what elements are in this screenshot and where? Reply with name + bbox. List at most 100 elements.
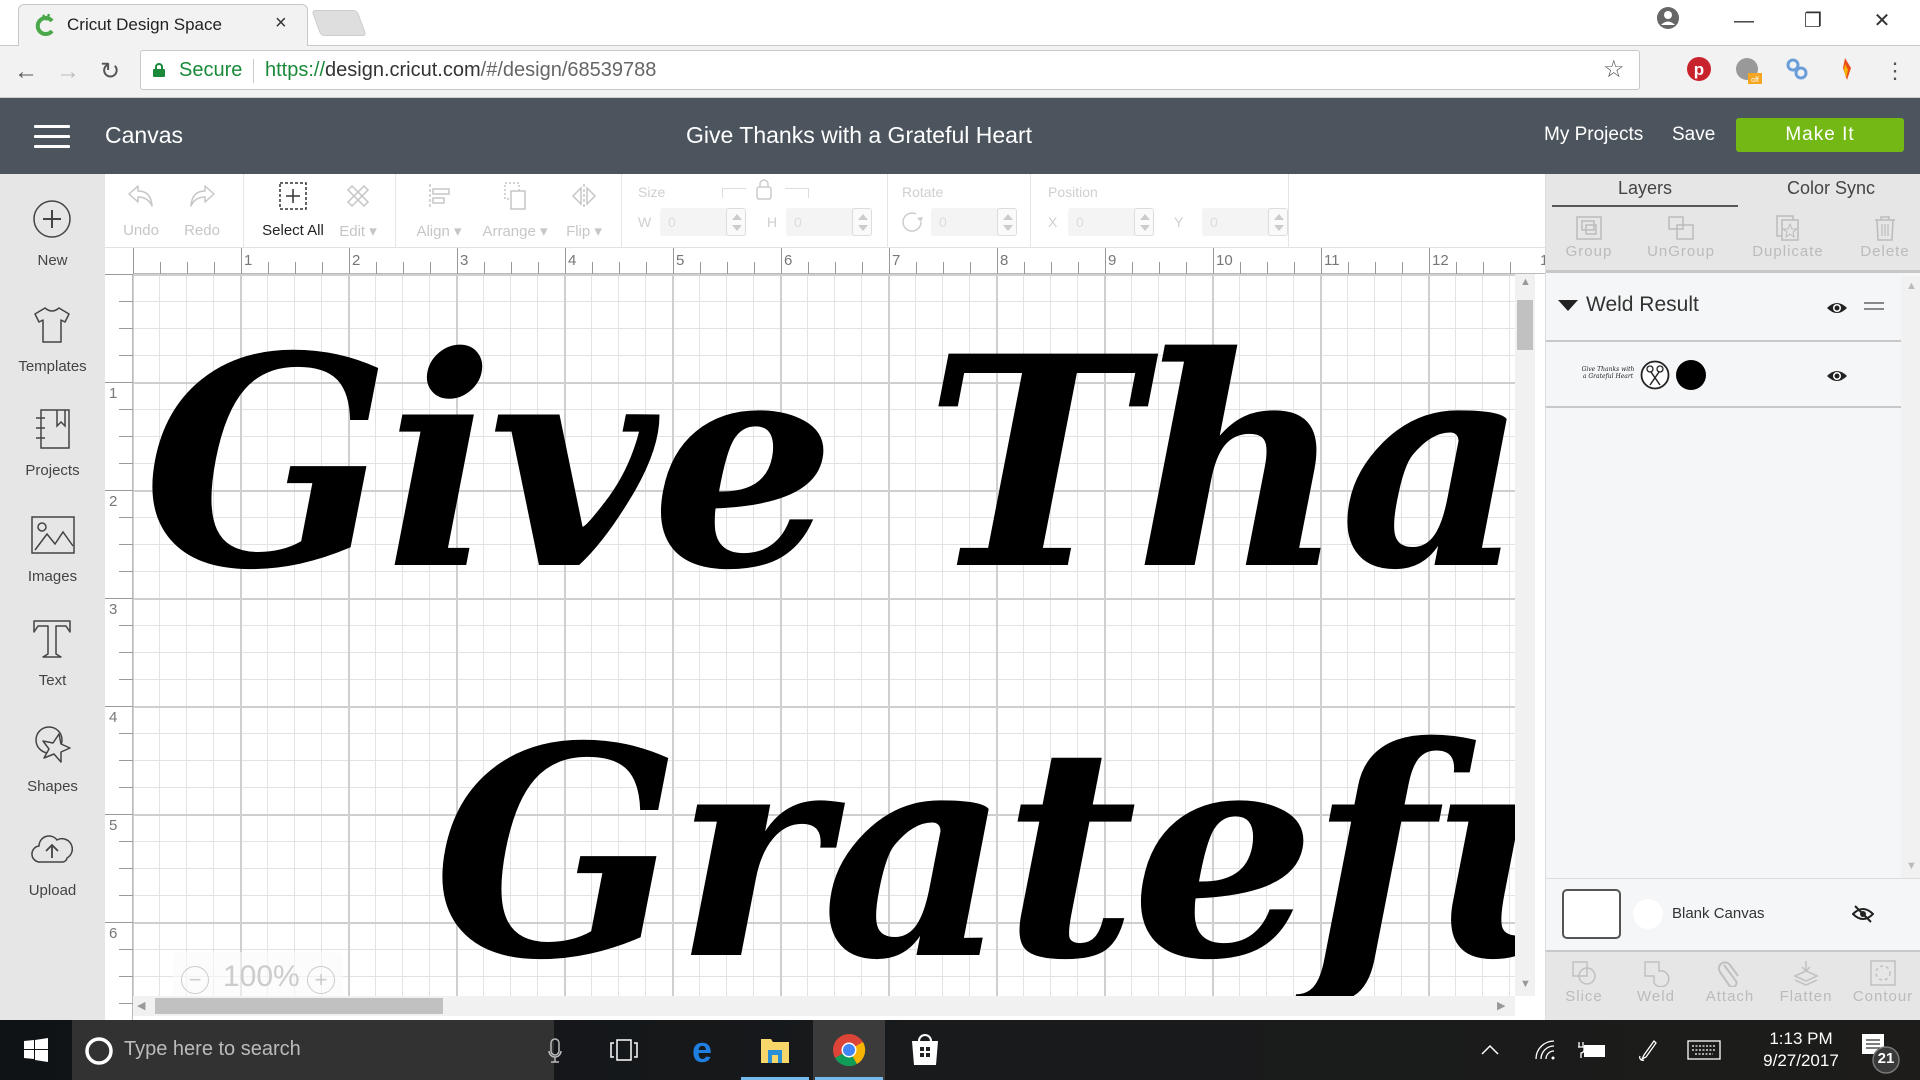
duplicate-button[interactable]: Duplicate bbox=[1740, 213, 1836, 260]
tab-layers[interactable]: Layers bbox=[1552, 178, 1738, 199]
cut-scissors-icon[interactable] bbox=[1640, 360, 1670, 395]
undo-button[interactable]: Undo bbox=[119, 180, 163, 239]
minimize-icon[interactable]: — bbox=[1724, 6, 1764, 36]
windows-start-icon[interactable] bbox=[0, 1020, 72, 1080]
attach-label: Attach bbox=[1705, 988, 1755, 1005]
new-tab-button[interactable] bbox=[311, 10, 367, 36]
x-position-input[interactable]: 0 bbox=[1068, 208, 1138, 236]
url-text[interactable]: https://design.cricut.com/#/design/68539… bbox=[265, 59, 656, 82]
show-hidden-icons-chevron[interactable] bbox=[1462, 1020, 1518, 1080]
layers-scroll-up[interactable]: ▲ bbox=[1906, 280, 1917, 292]
menu-kebab-icon[interactable]: ⋮ bbox=[1880, 56, 1910, 86]
zoom-in-button[interactable]: + bbox=[307, 966, 335, 994]
rotate-stepper[interactable] bbox=[997, 208, 1017, 236]
eye-visible-icon[interactable] bbox=[1826, 368, 1848, 389]
sidebar-item-images[interactable]: Images bbox=[0, 514, 105, 614]
sidebar-item-new[interactable]: New bbox=[0, 198, 105, 298]
redo-button[interactable]: Redo bbox=[177, 180, 227, 239]
layers-scrollbar[interactable]: ▲ ▼ bbox=[1901, 276, 1920, 878]
drag-handle-icon[interactable] bbox=[1864, 302, 1884, 310]
zoom-out-button[interactable]: − bbox=[181, 966, 209, 994]
microphone-icon[interactable] bbox=[548, 1038, 562, 1069]
scroll-up-arrow[interactable]: ▲ bbox=[1520, 276, 1531, 288]
my-projects-link[interactable]: My Projects bbox=[1544, 124, 1643, 146]
file-explorer-icon[interactable] bbox=[739, 1020, 811, 1080]
contour-button[interactable]: Contour bbox=[1846, 958, 1920, 1005]
horizontal-scroll-thumb[interactable] bbox=[155, 998, 443, 1014]
system-clock[interactable]: 1:13 PM 9/27/2017 bbox=[1746, 1028, 1856, 1072]
task-view-icon[interactable] bbox=[588, 1020, 660, 1080]
sidebar-item-upload[interactable]: Upload bbox=[0, 828, 105, 928]
flatten-button[interactable]: Flatten bbox=[1768, 958, 1844, 1005]
tab-color-sync[interactable]: Color Sync bbox=[1738, 178, 1920, 199]
chrome-taskbar-icon[interactable] bbox=[813, 1020, 885, 1080]
layer-color-swatch[interactable] bbox=[1676, 360, 1706, 390]
y-stepper[interactable] bbox=[1268, 208, 1288, 236]
layer-item[interactable]: Give Thanks with a Grateful Heart bbox=[1546, 342, 1901, 408]
flip-dropdown[interactable]: Flip ▾ bbox=[559, 180, 609, 240]
bookmark-star-icon[interactable]: ☆ bbox=[1603, 55, 1625, 84]
x-stepper[interactable] bbox=[1134, 208, 1154, 236]
restore-icon[interactable]: ❐ bbox=[1793, 6, 1833, 36]
eye-visible-icon[interactable] bbox=[1826, 300, 1848, 321]
width-stepper[interactable] bbox=[726, 208, 746, 236]
pen-ink-icon[interactable] bbox=[1620, 1020, 1676, 1080]
lock-ratio-icon[interactable] bbox=[755, 178, 773, 205]
link-icon[interactable] bbox=[1782, 56, 1812, 86]
canvas-color-swatch[interactable] bbox=[1633, 899, 1663, 929]
height-stepper[interactable] bbox=[852, 208, 872, 236]
sidebar-item-shapes[interactable]: Shapes bbox=[0, 724, 105, 824]
width-input[interactable]: 0 bbox=[660, 208, 730, 236]
forward-icon[interactable]: → bbox=[52, 56, 84, 88]
browser-tab[interactable]: Cricut Design Space × bbox=[18, 4, 308, 47]
layer-group-weld-result[interactable]: Weld Result bbox=[1546, 276, 1901, 342]
reload-icon[interactable]: ↻ bbox=[94, 56, 126, 88]
horizontal-scrollbar[interactable]: ◀ ▶ bbox=[133, 996, 1515, 1016]
edit-dropdown[interactable]: Edit ▾ bbox=[333, 180, 383, 240]
store-icon[interactable] bbox=[889, 1020, 961, 1080]
attach-button[interactable]: Attach bbox=[1698, 958, 1762, 1005]
group-button[interactable]: Group bbox=[1554, 213, 1624, 260]
grammarly-off-icon[interactable]: off bbox=[1734, 56, 1764, 86]
touch-keyboard-icon[interactable] bbox=[1676, 1020, 1732, 1080]
collapse-triangle-icon[interactable] bbox=[1558, 300, 1578, 311]
blank-canvas-row[interactable]: Blank Canvas bbox=[1546, 878, 1920, 950]
address-bar[interactable]: Secure https://design.cricut.com/#/desig… bbox=[140, 50, 1640, 90]
taskbar-search[interactable]: Type here to search bbox=[72, 1020, 562, 1080]
ungroup-button[interactable]: UnGroup bbox=[1638, 213, 1724, 260]
layers-scroll-down[interactable]: ▼ bbox=[1906, 860, 1917, 872]
window-close-icon[interactable]: ✕ bbox=[1862, 6, 1902, 36]
sidebar-item-projects[interactable]: Projects bbox=[0, 408, 105, 508]
back-icon[interactable]: ← bbox=[10, 56, 42, 88]
flame-icon[interactable] bbox=[1830, 56, 1860, 86]
rotate-input[interactable]: 0 bbox=[931, 208, 1001, 236]
scroll-left-arrow[interactable]: ◀ bbox=[137, 999, 145, 1012]
y-position-input[interactable]: 0 bbox=[1202, 208, 1272, 236]
height-input[interactable]: 0 bbox=[786, 208, 856, 236]
profile-icon[interactable] bbox=[1656, 6, 1680, 30]
edge-browser-icon[interactable]: e bbox=[666, 1020, 738, 1080]
arrange-dropdown[interactable]: Arrange ▾ bbox=[477, 180, 553, 240]
canvas-grid[interactable]: Give Thanks Grateful − 100% + bbox=[133, 274, 1515, 996]
design-text-line-2[interactable]: Grateful bbox=[433, 694, 1515, 996]
slice-button[interactable]: Slice bbox=[1556, 958, 1612, 1005]
design-text-line-1[interactable]: Give Thanks bbox=[143, 304, 1515, 624]
eye-hidden-icon[interactable] bbox=[1851, 905, 1875, 928]
select-all-button[interactable]: Select All bbox=[255, 180, 331, 239]
pinterest-icon[interactable]: p bbox=[1684, 56, 1714, 86]
scroll-right-arrow[interactable]: ▶ bbox=[1497, 999, 1505, 1012]
save-button[interactable]: Save bbox=[1672, 124, 1715, 146]
sidebar-label: Projects bbox=[25, 462, 80, 479]
battery-charging-icon[interactable] bbox=[1564, 1020, 1620, 1080]
vertical-scroll-thumb[interactable] bbox=[1517, 300, 1533, 350]
tab-close-icon[interactable]: × bbox=[275, 12, 287, 34]
delete-button[interactable]: Delete bbox=[1852, 213, 1918, 260]
vertical-scrollbar[interactable]: ▲ ▼ bbox=[1515, 274, 1535, 996]
align-dropdown[interactable]: Align ▾ bbox=[407, 180, 471, 240]
sidebar-item-text[interactable]: Text bbox=[0, 618, 105, 718]
make-it-button[interactable]: Make It bbox=[1736, 118, 1904, 152]
action-center-icon[interactable]: 21 bbox=[1856, 1032, 1902, 1076]
weld-button[interactable]: Weld bbox=[1628, 958, 1684, 1005]
sidebar-item-templates[interactable]: Templates bbox=[0, 304, 105, 404]
scroll-down-arrow[interactable]: ▼ bbox=[1520, 978, 1531, 990]
